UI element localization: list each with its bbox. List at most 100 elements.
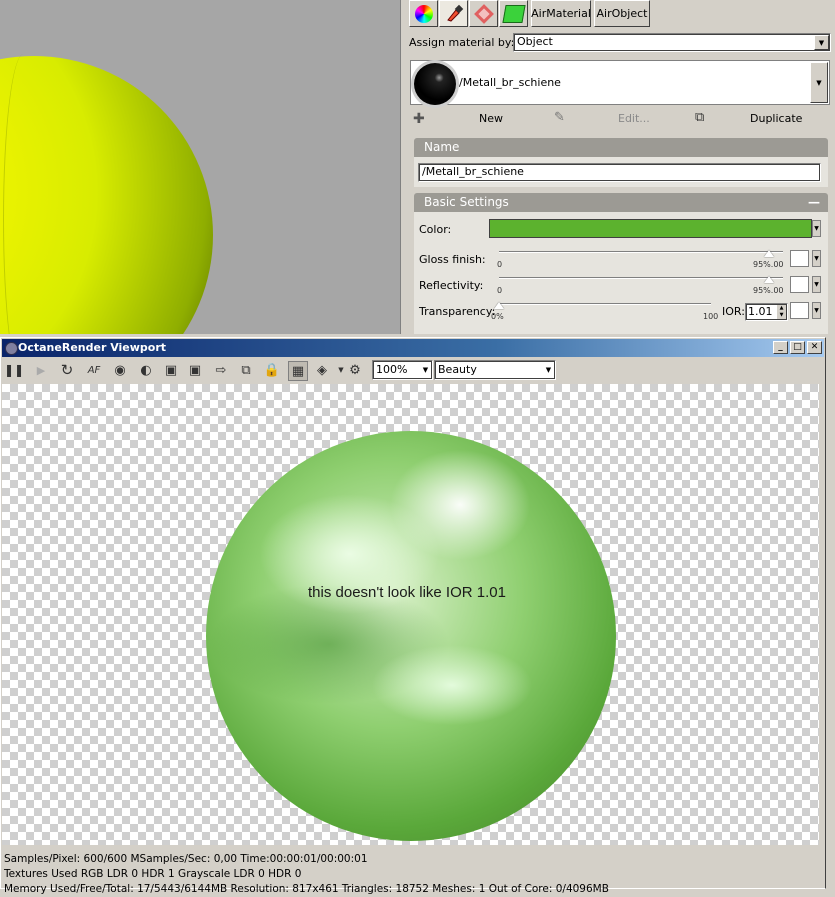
transparency-max: 100	[703, 312, 719, 321]
camera-icon[interactable]: ▣	[186, 361, 204, 379]
basic-settings-header[interactable]: Basic Settings —	[414, 193, 828, 212]
color-picker-icon[interactable]: ◐	[137, 361, 155, 379]
window-title: OctaneRender Viewport	[18, 341, 167, 354]
material-name-display: /Metall_br_schiene	[459, 76, 561, 89]
basic-settings-title: Basic Settings	[424, 195, 509, 209]
material-panel: AirMaterial AirObject Assign material by…	[404, 0, 835, 334]
render-status: Samples/Pixel: 600/600 MSamples/Sec: 0,0…	[4, 852, 609, 897]
export-icon[interactable]: ⇨	[212, 361, 230, 379]
copy-icon[interactable]: ⧉	[237, 361, 255, 379]
duplicate-icon: ⧉	[695, 110, 705, 125]
material-name-input[interactable]: /Metall_br_schiene	[418, 163, 821, 182]
new-material-button[interactable]: New	[479, 112, 503, 125]
reflectivity-min: 0	[497, 286, 503, 295]
basic-settings-body: Color: ▼ Gloss finish: 0 95%.00 ▼ Reflec…	[414, 212, 828, 334]
transparency-slider-thumb[interactable]	[494, 302, 504, 309]
grid-icon[interactable]: ▦	[288, 361, 308, 381]
name-section-header[interactable]: Name	[414, 138, 828, 157]
play-icon[interactable]: ▶	[32, 361, 50, 379]
rendered-green-sphere	[206, 431, 616, 841]
gloss-finish-min: 0	[497, 260, 503, 269]
chevron-down-icon[interactable]: ▼	[812, 276, 821, 293]
texture-button[interactable]	[469, 0, 498, 27]
gloss-finish-texture-slot[interactable]	[790, 250, 809, 267]
airmaterial-button[interactable]: AirMaterial	[531, 0, 591, 27]
render-pass-value: Beauty	[438, 363, 477, 376]
assign-material-value: Object	[517, 35, 553, 48]
lock-icon[interactable]: 🔒	[263, 361, 281, 379]
spin-arrows-icon[interactable]: ▲ ▼	[777, 305, 786, 319]
chevron-down-icon[interactable]: ▼	[812, 302, 821, 319]
green-material-icon	[501, 4, 526, 23]
airmaterial-label: AirMaterial	[531, 7, 591, 20]
airobject-label: AirObject	[596, 7, 648, 20]
autofocus-icon[interactable]: AF	[85, 361, 103, 379]
ior-input[interactable]: 1.01 ▲ ▼	[745, 303, 788, 321]
chevron-down-icon[interactable]: ▼	[814, 35, 829, 50]
edit-material-button[interactable]: Edit...	[618, 112, 650, 125]
eyedropper-icon	[446, 4, 463, 22]
pencil-icon: ✎	[554, 110, 565, 125]
vertical-scrollbar[interactable]	[819, 384, 825, 845]
plus-icon[interactable]: ✚	[413, 111, 425, 127]
octane-viewport-window: OctaneRender Viewport _ □ ✕ ❚❚ ▶ ↻ AF ◉ …	[0, 337, 826, 895]
assign-material-select[interactable]: Object ▼	[513, 33, 831, 52]
gloss-finish-value: 95%.00	[753, 260, 784, 269]
reflectivity-value: 95%.00	[753, 286, 784, 295]
reflectivity-label: Reflectivity:	[419, 279, 484, 292]
gloss-finish-slider-thumb[interactable]	[763, 250, 774, 257]
status-line-textures: Textures Used RGB LDR 0 HDR 1 Grayscale …	[4, 868, 302, 880]
transparency-texture-slot[interactable]	[790, 302, 809, 319]
transparency-value: 0%	[491, 312, 504, 321]
settings-icon[interactable]: ⚙	[346, 361, 364, 379]
reflectivity-slider[interactable]	[499, 277, 783, 279]
region-render-icon[interactable]: ▣	[162, 361, 180, 379]
color-picker[interactable]	[489, 219, 812, 238]
3d-viewport[interactable]	[0, 0, 400, 334]
annotation-text: this doesn't look like IOR 1.01	[308, 584, 506, 601]
chevron-down-icon[interactable]: ▼	[812, 220, 821, 237]
ior-label: IOR:	[722, 305, 745, 318]
chevron-down-icon[interactable]: ▼	[420, 362, 431, 378]
transparency-slider[interactable]	[499, 303, 711, 305]
collapse-icon[interactable]: —	[808, 193, 820, 212]
viewport-toolbar: ❚❚ ▶ ↻ AF ◉ ◐ ▣ ▣ ⇨ ⧉ 🔒 ▦ ◈ ▼ ⚙ 100% ▼ B…	[2, 358, 824, 382]
assign-material-label: Assign material by:	[409, 36, 515, 49]
chevron-down-icon[interactable]: ▼	[812, 250, 821, 267]
name-section-body: /Metall_br_schiene	[414, 157, 828, 187]
restart-icon[interactable]: ↻	[58, 361, 76, 379]
zoom-select[interactable]: 100% ▼	[372, 360, 433, 380]
material-green-button[interactable]	[499, 0, 528, 27]
chevron-down-icon[interactable]: ▼	[810, 62, 828, 103]
color-wheel-icon	[414, 4, 433, 23]
duplicate-material-button[interactable]: Duplicate	[750, 112, 802, 125]
material-preview-thumbnail	[414, 63, 456, 105]
color-wheel-button[interactable]	[409, 0, 438, 27]
reflectivity-texture-slot[interactable]	[790, 276, 809, 293]
material-name-value: /Metall_br_schiene	[422, 165, 524, 178]
gloss-finish-slider[interactable]	[499, 251, 783, 253]
yellow-sphere-object[interactable]	[0, 54, 213, 334]
close-button[interactable]: ✕	[807, 341, 822, 354]
chevron-down-icon[interactable]: ▼	[543, 362, 554, 378]
zoom-value: 100%	[376, 363, 408, 376]
name-section-title: Name	[424, 140, 460, 154]
color-label: Color:	[419, 223, 452, 236]
render-pass-select[interactable]: Beauty ▼	[434, 360, 556, 380]
octane-logo-icon	[5, 342, 18, 355]
material-picker-icon[interactable]: ◉	[111, 361, 129, 379]
reflectivity-slider-thumb[interactable]	[763, 276, 774, 283]
gloss-finish-label: Gloss finish:	[419, 253, 486, 266]
maximize-button[interactable]: □	[790, 341, 805, 354]
minimize-button[interactable]: _	[773, 341, 788, 354]
eyedropper-button[interactable]	[439, 0, 468, 27]
ior-value: 1.01	[748, 305, 773, 318]
transparency-label: Transparency:	[419, 305, 496, 318]
texture-icon	[473, 3, 494, 24]
airobject-button[interactable]: AirObject	[594, 0, 650, 27]
render-canvas[interactable]: this doesn't look like IOR 1.01	[2, 384, 820, 845]
material-selector[interactable]: /Metall_br_schiene ▼	[410, 60, 830, 105]
window-titlebar[interactable]: OctaneRender Viewport _ □ ✕	[2, 339, 824, 357]
pause-icon[interactable]: ❚❚	[4, 361, 24, 379]
clay-mode-icon[interactable]: ◈	[313, 361, 331, 379]
